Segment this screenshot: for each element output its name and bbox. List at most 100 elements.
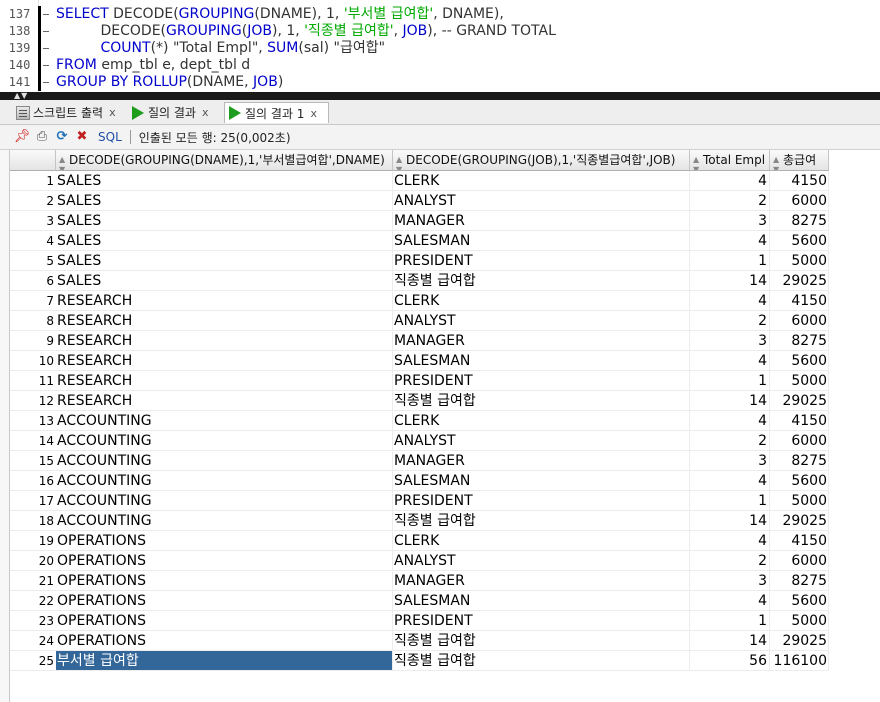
table-row[interactable]: 4 SALES SALESMAN 4 5600 bbox=[10, 231, 830, 251]
cell-total-sal[interactable]: 29025 bbox=[770, 271, 829, 291]
sort-icon[interactable]: ▲ ▼ bbox=[396, 155, 404, 170]
cell-total-sal[interactable]: 6000 bbox=[770, 551, 829, 571]
column-header-total-sal[interactable]: ▲ ▼총급여 bbox=[770, 150, 829, 171]
cell-dname[interactable]: RESEARCH bbox=[56, 351, 393, 371]
cell-dname[interactable]: SALES bbox=[56, 211, 393, 231]
cell-total-empl[interactable]: 4 bbox=[690, 531, 770, 551]
cell-job[interactable]: MANAGER bbox=[393, 211, 690, 231]
cell-job[interactable]: MANAGER bbox=[393, 331, 690, 351]
table-row[interactable]: 14 ACCOUNTING ANALYST 2 6000 bbox=[10, 431, 830, 451]
sql-button[interactable]: SQL bbox=[98, 130, 122, 144]
cell-total-sal[interactable]: 5600 bbox=[770, 231, 829, 251]
export-icon[interactable]: ✖ bbox=[74, 129, 90, 145]
cell-total-empl[interactable]: 4 bbox=[690, 171, 770, 191]
cell-job[interactable]: CLERK bbox=[393, 171, 690, 191]
table-row[interactable]: 18 ACCOUNTING 직종별 급여합 14 29025 bbox=[10, 511, 830, 531]
cell-job[interactable]: 직종별 급여합 bbox=[393, 271, 690, 291]
cell-job[interactable]: 직종별 급여합 bbox=[393, 511, 690, 531]
table-row[interactable]: 24 OPERATIONS 직종별 급여합 14 29025 bbox=[10, 631, 830, 651]
cell-total-sal[interactable]: 4150 bbox=[770, 171, 829, 191]
result-grid[interactable]: ▲ ▼DECODE(GROUPING(DNAME),1,'부서별급여합',DNAM… bbox=[10, 150, 880, 702]
cell-dname[interactable]: RESEARCH bbox=[56, 391, 393, 411]
cell-job[interactable]: SALESMAN bbox=[393, 231, 690, 251]
cell-total-empl[interactable]: 56 bbox=[690, 651, 770, 671]
cell-total-sal[interactable]: 8275 bbox=[770, 571, 829, 591]
cell-total-empl[interactable]: 2 bbox=[690, 311, 770, 331]
print-icon[interactable]: ⎙ bbox=[34, 129, 50, 145]
cell-job[interactable]: CLERK bbox=[393, 411, 690, 431]
cell-dname[interactable]: 부서별 급여합 bbox=[56, 651, 393, 671]
cell-total-empl[interactable]: 1 bbox=[690, 251, 770, 271]
cell-total-sal[interactable]: 29025 bbox=[770, 391, 829, 411]
cell-dname[interactable]: ACCOUNTING bbox=[56, 451, 393, 471]
cell-total-sal[interactable]: 8275 bbox=[770, 211, 829, 231]
cell-job[interactable]: SALESMAN bbox=[393, 471, 690, 491]
cell-job[interactable]: MANAGER bbox=[393, 451, 690, 471]
cell-total-empl[interactable]: 14 bbox=[690, 511, 770, 531]
cell-job[interactable]: SALESMAN bbox=[393, 351, 690, 371]
close-icon[interactable]: x bbox=[109, 106, 116, 119]
column-header-job[interactable]: ▲ ▼DECODE(GROUPING(JOB),1,'직종별급여합',JOB) bbox=[393, 150, 690, 171]
cell-dname[interactable]: ACCOUNTING bbox=[56, 471, 393, 491]
table-row[interactable]: 11 RESEARCH PRESIDENT 1 5000 bbox=[10, 371, 830, 391]
cell-total-sal[interactable]: 6000 bbox=[770, 311, 829, 331]
cell-job[interactable]: PRESIDENT bbox=[393, 611, 690, 631]
cell-total-sal[interactable]: 6000 bbox=[770, 191, 829, 211]
cell-total-empl[interactable]: 4 bbox=[690, 591, 770, 611]
cell-job[interactable]: CLERK bbox=[393, 291, 690, 311]
cell-dname[interactable]: RESEARCH bbox=[56, 311, 393, 331]
cell-dname[interactable]: SALES bbox=[56, 251, 393, 271]
cell-total-sal[interactable]: 4150 bbox=[770, 411, 829, 431]
cell-total-empl[interactable]: 1 bbox=[690, 491, 770, 511]
cell-dname[interactable]: OPERATIONS bbox=[56, 531, 393, 551]
tab-script-output[interactable]: 스크립트 출력 x bbox=[12, 102, 126, 123]
cell-job[interactable]: PRESIDENT bbox=[393, 491, 690, 511]
cell-dname[interactable]: OPERATIONS bbox=[56, 571, 393, 591]
cell-dname[interactable]: RESEARCH bbox=[56, 291, 393, 311]
table-row[interactable]: 10 RESEARCH SALESMAN 4 5600 bbox=[10, 351, 830, 371]
cell-dname[interactable]: OPERATIONS bbox=[56, 631, 393, 651]
code-line[interactable]: FROM emp_tbl e, dept_tbl d bbox=[56, 57, 250, 74]
cell-total-empl[interactable]: 14 bbox=[690, 631, 770, 651]
cell-total-empl[interactable]: 4 bbox=[690, 351, 770, 371]
cell-job[interactable]: 직종별 급여합 bbox=[393, 651, 690, 671]
code-line[interactable]: SELECT DECODE(GROUPING(DNAME), 1, '부서별 급… bbox=[56, 6, 504, 23]
table-row[interactable]: 25 부서별 급여합 직종별 급여합 56 116100 bbox=[10, 651, 830, 671]
tab-query-result-1[interactable]: 질의 결과 1 x bbox=[224, 102, 329, 123]
cell-dname[interactable]: OPERATIONS bbox=[56, 551, 393, 571]
cell-job[interactable]: CLERK bbox=[393, 531, 690, 551]
sort-icon[interactable]: ▲ ▼ bbox=[693, 155, 701, 170]
cell-dname[interactable]: OPERATIONS bbox=[56, 591, 393, 611]
pin-icon[interactable]: 📌︎ bbox=[14, 129, 31, 145]
cell-job[interactable]: ANALYST bbox=[393, 191, 690, 211]
cell-total-sal[interactable]: 4150 bbox=[770, 531, 829, 551]
cell-total-empl[interactable]: 4 bbox=[690, 471, 770, 491]
cell-total-sal[interactable]: 6000 bbox=[770, 431, 829, 451]
cell-total-empl[interactable]: 1 bbox=[690, 371, 770, 391]
cell-dname[interactable]: OPERATIONS bbox=[56, 611, 393, 631]
cell-total-empl[interactable]: 4 bbox=[690, 231, 770, 251]
cell-dname[interactable]: ACCOUNTING bbox=[56, 491, 393, 511]
cell-dname[interactable]: SALES bbox=[56, 191, 393, 211]
cell-total-empl[interactable]: 4 bbox=[690, 411, 770, 431]
code-line[interactable]: COUNT(*) "Total Empl", SUM(sal) "급여합" bbox=[56, 40, 386, 57]
cell-job[interactable]: ANALYST bbox=[393, 431, 690, 451]
cell-total-sal[interactable]: 116100 bbox=[770, 651, 829, 671]
table-row[interactable]: 12 RESEARCH 직종별 급여합 14 29025 bbox=[10, 391, 830, 411]
cell-total-empl[interactable]: 2 bbox=[690, 191, 770, 211]
table-row[interactable]: 19 OPERATIONS CLERK 4 4150 bbox=[10, 531, 830, 551]
cell-job[interactable]: SALESMAN bbox=[393, 591, 690, 611]
cell-total-empl[interactable]: 14 bbox=[690, 391, 770, 411]
cell-total-sal[interactable]: 5000 bbox=[770, 371, 829, 391]
cell-dname[interactable]: SALES bbox=[56, 231, 393, 251]
cell-dname[interactable]: SALES bbox=[56, 171, 393, 191]
table-row[interactable]: 2 SALES ANALYST 2 6000 bbox=[10, 191, 830, 211]
cell-total-sal[interactable]: 29025 bbox=[770, 631, 829, 651]
table-row[interactable]: 17 ACCOUNTING PRESIDENT 1 5000 bbox=[10, 491, 830, 511]
cell-dname[interactable]: ACCOUNTING bbox=[56, 411, 393, 431]
cell-total-sal[interactable]: 8275 bbox=[770, 331, 829, 351]
cell-total-empl[interactable]: 4 bbox=[690, 291, 770, 311]
table-row[interactable]: 16 ACCOUNTING SALESMAN 4 5600 bbox=[10, 471, 830, 491]
splitter-arrows-icon[interactable]: ▲▼ bbox=[14, 92, 28, 100]
cell-total-sal[interactable]: 5000 bbox=[770, 611, 829, 631]
